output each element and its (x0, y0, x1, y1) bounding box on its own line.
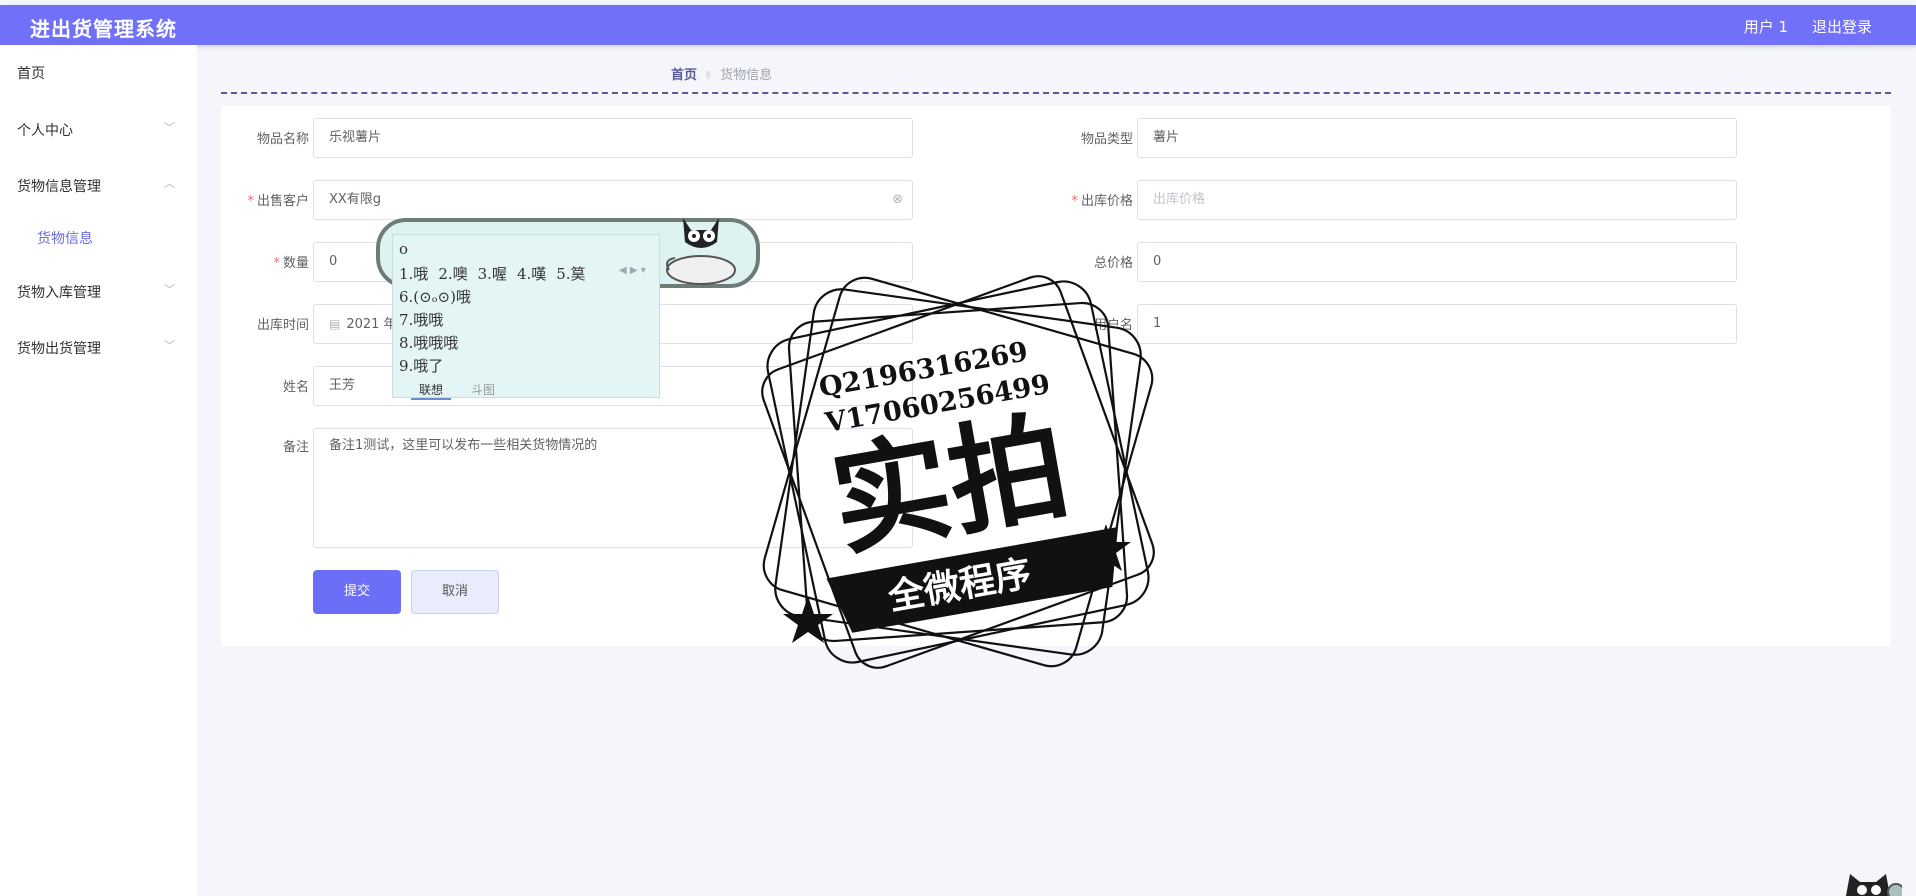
sidebar-item-label: 货物入库管理 (17, 285, 101, 301)
cat-mascot-icon (1846, 874, 1902, 896)
breadcrumb: 首页 ✌ 货物信息 (671, 64, 772, 83)
ime-page-arrows-icon[interactable]: ◀ ▶ ▾ (619, 265, 646, 276)
ime-candidate-row: 1.哦 2.噢 3.喔 4.嘆 5.筽 (399, 263, 596, 284)
sidebar-item-goods-info-management[interactable]: 货物信息管理 ︿ (0, 165, 197, 205)
sidebar-item-label: 货物出货管理 (17, 341, 101, 357)
ime-candidate[interactable]: 2.噢 (438, 265, 467, 283)
ime-panel: o 1.哦 2.噢 3.喔 4.嘆 5.筽 6.(⊙ₒ⊙)哦 7.哦哦 8.哦哦哦 9.… (392, 234, 661, 400)
item-type-label: 物品类型 (1080, 132, 1133, 147)
top-header: 进出货管理系统 用户 1 退出登录 (0, 5, 1916, 45)
ime-candidate-window: o 1.哦 2.噢 3.喔 4.嘆 5.筽 6.(⊙ₒ⊙)哦 7.哦哦 8.哦哦哦 9.… (376, 218, 760, 400)
chevron-up-icon: ︿ (164, 177, 175, 190)
out-price-label: * 出库价格 (1071, 194, 1133, 209)
divider (221, 92, 1891, 94)
breadcrumb-separator-icon: ✌ (704, 69, 714, 82)
ime-candidate[interactable]: 5.筽 (556, 265, 585, 283)
sidebar-item-personal-center[interactable]: 个人中心 ﹀ (0, 109, 197, 149)
ime-candidate[interactable]: 1.哦 (399, 265, 428, 283)
clear-icon[interactable]: ⊗ (892, 181, 903, 219)
item-type-input[interactable]: 薯片 (1137, 118, 1737, 158)
chevron-down-icon: ﹀ (164, 283, 175, 296)
breadcrumb-home[interactable]: 首页 (671, 68, 697, 83)
quantity-label: * 数量 (273, 256, 309, 271)
out-price-input[interactable]: 出库价格 (1137, 180, 1737, 220)
sidebar-item-label: 货物信息 (37, 231, 93, 247)
ime-candidate[interactable]: 8.哦哦哦 (399, 332, 458, 353)
sidebar-item-home[interactable]: 首页 (0, 52, 197, 92)
ime-tab-sticker[interactable]: 斗图 (471, 381, 495, 398)
name-label: 姓名 (282, 380, 309, 395)
username-input[interactable]: 1 (1137, 304, 1737, 344)
chevron-down-icon: ﹀ (164, 339, 175, 352)
ime-tabs: 联想 斗图 (393, 379, 661, 400)
ime-tab-association[interactable]: 联想 (411, 381, 452, 400)
item-name-input[interactable]: 乐视薯片 (313, 118, 913, 158)
logout-button[interactable]: 退出登录 (1812, 16, 1872, 37)
cancel-button[interactable]: 取消 (411, 570, 499, 614)
ime-candidate[interactable]: 7.哦哦 (399, 309, 443, 330)
breadcrumb-current: 货物信息 (720, 68, 773, 83)
sidebar-item-label: 个人中心 (17, 123, 73, 139)
out-time-label: 出库时间 (256, 318, 309, 333)
ime-composition: o (399, 240, 409, 258)
customer-input[interactable]: XX有限g ⊗ (313, 180, 913, 220)
calendar-icon: ▤ (329, 317, 341, 331)
ime-candidate[interactable]: 3.喔 (478, 265, 507, 283)
watermark-stamp: Q2196316269 V17060256499 实拍 全微程序 (761, 275, 1155, 669)
sidebar-item-label: 首页 (17, 66, 45, 82)
ime-candidate[interactable]: 4.嘆 (517, 265, 546, 283)
customer-label: * 出售客户 (247, 194, 309, 209)
ime-candidate[interactable]: 9.哦了 (399, 355, 443, 376)
sidebar-item-goods-info[interactable]: 货物信息 (0, 217, 197, 257)
sidebar-item-label: 货物信息管理 (17, 179, 101, 195)
ime-candidate[interactable]: 6.(⊙ₒ⊙)哦 (399, 286, 471, 307)
sidebar-item-stock-in-management[interactable]: 货物入库管理 ﹀ (0, 271, 197, 311)
item-name-label: 物品名称 (256, 132, 309, 147)
sidebar-item-shipping-management[interactable]: 货物出货管理 ﹀ (0, 327, 197, 367)
submit-button[interactable]: 提交 (313, 570, 401, 614)
customer-value: XX有限g (329, 192, 382, 207)
app-title: 进出货管理系统 (30, 17, 177, 41)
chevron-down-icon: ﹀ (164, 121, 175, 134)
total-price-input[interactable]: 0 (1137, 242, 1737, 282)
remark-label: 备注 (282, 440, 309, 455)
user-name[interactable]: 用户 1 (1744, 16, 1788, 37)
sidebar: 首页 个人中心 ﹀ 货物信息管理 ︿ 货物信息 货物入库管理 ﹀ 货物出货管理 … (0, 45, 197, 896)
cat-mascot-icon (666, 218, 736, 285)
